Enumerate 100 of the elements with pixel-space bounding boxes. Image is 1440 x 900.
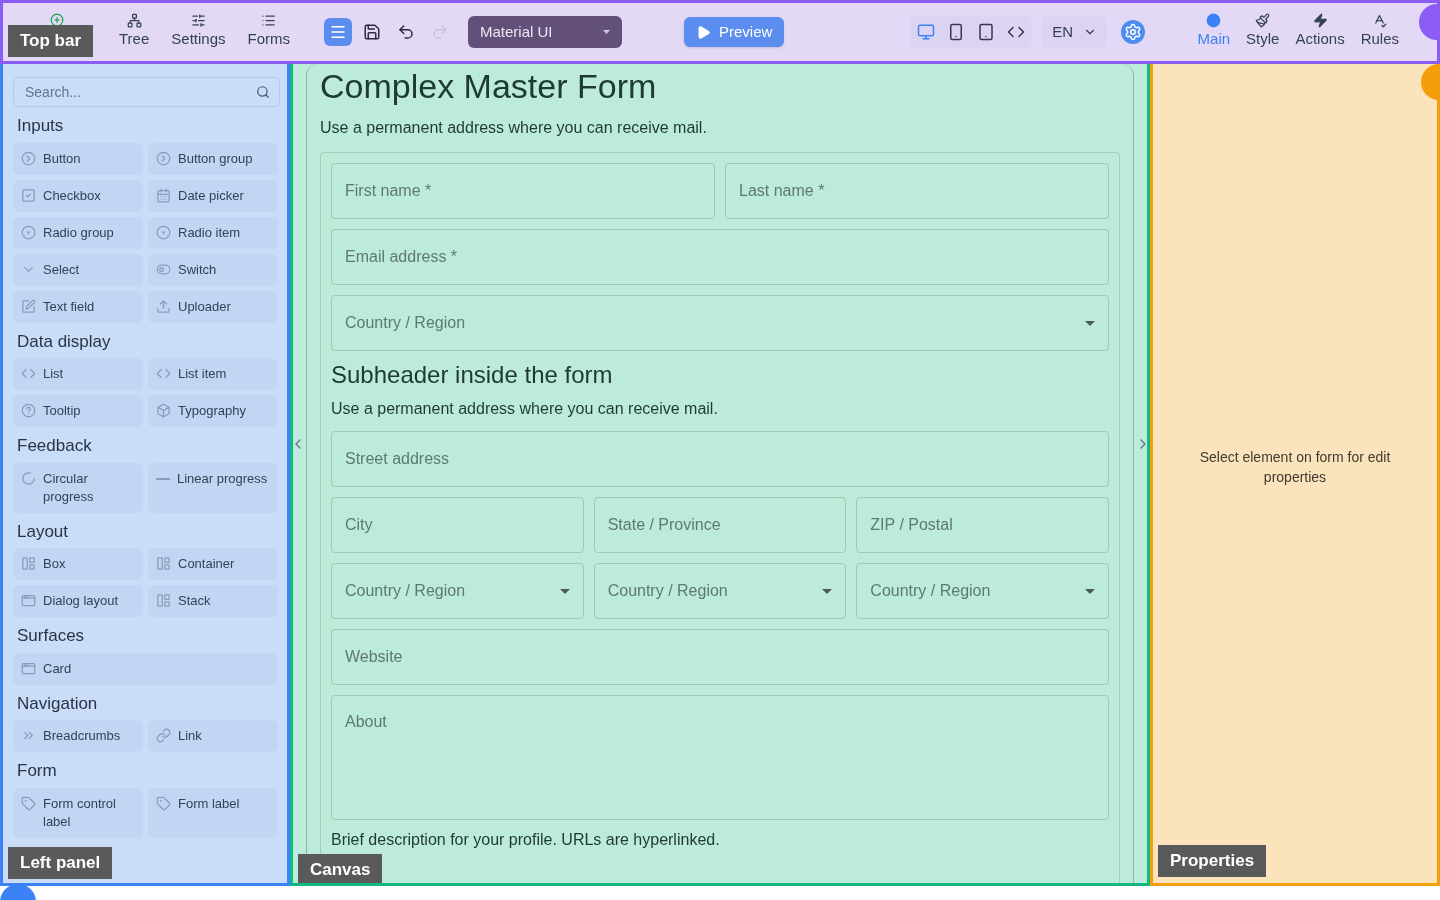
- component-item[interactable]: Button: [13, 142, 143, 175]
- form-title: Complex Master Form: [320, 66, 658, 106]
- dot-icon: [1206, 13, 1222, 29]
- form-text: Use a permanent address where you can receive mail.: [331, 399, 719, 419]
- section-heading: Inputs: [17, 115, 65, 137]
- component-item[interactable]: Stack: [148, 585, 278, 617]
- component-item[interactable]: Form control label: [13, 787, 143, 838]
- window-icon: [21, 593, 36, 608]
- component-item[interactable]: Date picker: [148, 179, 278, 212]
- section-heading: Feedback: [17, 435, 93, 457]
- component-item[interactable]: Breadcrumbs: [13, 720, 143, 752]
- caret-icon: [559, 588, 570, 594]
- toolbar-tab[interactable]: Settings: [161, 6, 236, 58]
- calendar-icon: [156, 187, 171, 203]
- component-item[interactable]: Button group: [148, 142, 278, 175]
- caret-icon: [822, 588, 833, 594]
- language-select[interactable]: EN: [1042, 16, 1108, 48]
- code-icon: [21, 366, 36, 381]
- select-field[interactable]: Country / Region: [593, 563, 847, 619]
- component-item[interactable]: Radio item: [148, 216, 278, 249]
- line-icon: [156, 477, 170, 480]
- upload-icon: [156, 298, 171, 314]
- toolbar-tab[interactable]: Forms: [237, 6, 300, 58]
- select-field[interactable]: Country / Region: [331, 563, 584, 619]
- toggle-icon: [156, 261, 171, 277]
- tablet-icon: [977, 23, 996, 41]
- radio-icon: [21, 224, 36, 240]
- search-icon: [256, 85, 270, 99]
- caret-icon: [603, 30, 610, 34]
- settings-button[interactable]: [1121, 20, 1146, 44]
- add-button[interactable]: [49, 12, 65, 28]
- component-item[interactable]: Select: [13, 253, 143, 286]
- caret-icon: [1085, 320, 1095, 326]
- chevron-circle-icon: [21, 150, 36, 166]
- checkbox-icon: [21, 187, 36, 203]
- search-field[interactable]: Search...: [13, 77, 280, 107]
- text-field[interactable]: Last name *: [725, 163, 1109, 219]
- component-item[interactable]: Uploader: [148, 290, 278, 323]
- component-item[interactable]: Dialog layout: [13, 585, 143, 617]
- text-field[interactable]: Website: [331, 629, 1109, 685]
- component-item[interactable]: Link: [148, 720, 278, 752]
- toolbar-tab[interactable]: Tree: [109, 6, 160, 58]
- tag-icon: [21, 795, 36, 811]
- form-subheader: Subheader inside the form: [331, 361, 614, 389]
- region-label: Canvas: [298, 854, 383, 883]
- component-item[interactable]: Radio group: [13, 216, 143, 249]
- text-field[interactable]: Street address: [331, 431, 1109, 487]
- form-text: Brief description for your profile. URLs are hyperlinked.: [331, 830, 721, 850]
- select-field[interactable]: Country / Region: [331, 295, 1109, 351]
- component-item[interactable]: Box: [13, 548, 143, 580]
- cube-icon: [156, 403, 171, 418]
- component-item[interactable]: List: [13, 358, 143, 390]
- tree-icon: [126, 13, 142, 29]
- layout-icon: [21, 556, 36, 571]
- lightning-icon: [1312, 13, 1328, 29]
- component-item[interactable]: Form label: [148, 787, 278, 838]
- link-icon: [156, 728, 171, 743]
- component-item[interactable]: Text field: [13, 290, 143, 323]
- panel-tab[interactable]: Style: [1238, 6, 1288, 58]
- component-item[interactable]: Container: [148, 548, 278, 580]
- section-heading: Surfaces: [17, 625, 86, 647]
- edit-icon: [21, 298, 36, 314]
- text-field[interactable]: State / Province: [593, 497, 847, 553]
- text-field[interactable]: City: [331, 497, 584, 553]
- theme-select[interactable]: Material UI: [468, 16, 622, 48]
- panel-tab[interactable]: Rules: [1352, 6, 1407, 58]
- component-item[interactable]: Circular progress: [13, 462, 143, 513]
- select-field[interactable]: Country / Region: [856, 563, 1109, 619]
- component-item[interactable]: Checkbox: [13, 179, 143, 212]
- spinner-icon: [21, 470, 36, 486]
- help-icon: [21, 403, 36, 418]
- layout-icon: [156, 556, 171, 571]
- component-item[interactable]: Tooltip: [13, 395, 143, 427]
- list-icon: [261, 13, 277, 29]
- region-label: Top bar: [8, 25, 94, 57]
- settings-icon: [1124, 23, 1143, 41]
- text-field[interactable]: ZIP / Postal: [856, 497, 1109, 553]
- form-description: Use a permanent address where you can receive mail.: [320, 118, 708, 138]
- component-item[interactable]: Linear progress: [148, 462, 278, 513]
- text-field[interactable]: Email address *: [331, 229, 1109, 285]
- section-heading: Layout: [17, 520, 70, 543]
- component-item[interactable]: Card: [13, 652, 278, 685]
- text-field[interactable]: First name *: [331, 163, 715, 219]
- empty-properties-text: Select element on form for edit properties: [1198, 448, 1392, 487]
- chevron-circle-icon: [156, 150, 171, 166]
- component-item[interactable]: List item: [148, 358, 278, 390]
- component-item[interactable]: Switch: [148, 253, 278, 286]
- tag-icon: [156, 795, 171, 811]
- desktop-icon: [917, 23, 936, 41]
- section-heading: Navigation: [17, 692, 99, 715]
- panel-tab[interactable]: Actions: [1287, 6, 1353, 58]
- section-heading: Data display: [17, 330, 112, 353]
- text-area[interactable]: About: [331, 695, 1109, 820]
- play-icon: [696, 24, 711, 40]
- section-heading: Form: [17, 760, 58, 782]
- add-icon: [50, 13, 64, 27]
- radio-icon: [156, 224, 171, 240]
- component-item[interactable]: Typography: [148, 395, 278, 427]
- brush-icon: [1255, 13, 1271, 29]
- region-label: Left panel: [8, 847, 113, 879]
